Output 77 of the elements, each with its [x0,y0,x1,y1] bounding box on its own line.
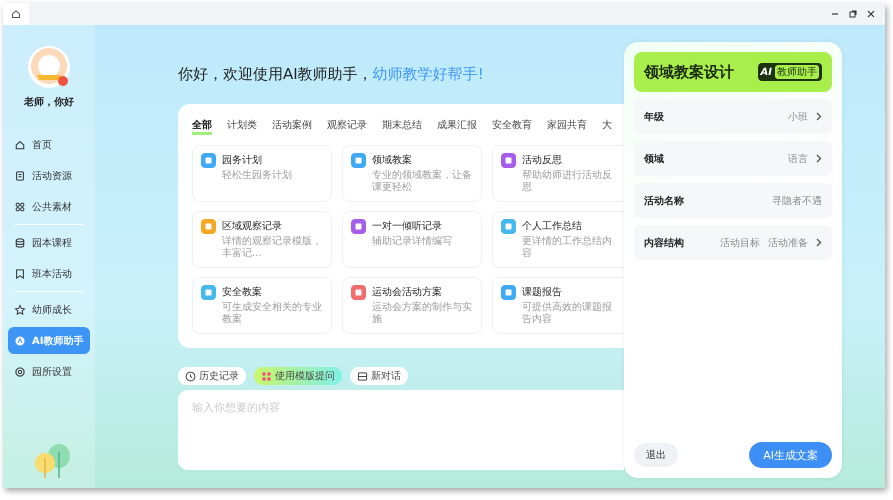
row-value: 活动准备 [768,236,808,250]
card-description: 帮助幼师进行活动反思 [522,170,613,194]
ai-icon [14,334,26,346]
card-title: 课题报告 [522,286,563,299]
card-description: 详情的观察记录模版，丰富记... [222,236,323,260]
restore-icon[interactable] [849,10,857,18]
card-description: 可生成安全相关的专业教案 [222,302,323,326]
home-tab[interactable] [3,3,29,25]
card-title: 活动反思 [522,154,563,167]
card-title: 区域观察记录 [222,220,283,233]
category-tab[interactable]: 大 [602,116,612,135]
gear-icon [14,366,26,378]
row-value: 寻隐者不遇 [772,194,822,208]
clock-icon [185,370,196,382]
card-title: 领域教案 [372,154,413,167]
form-row[interactable]: 内容结构 活动目标 活动准备 [634,225,832,260]
sidebar-item[interactable]: 园本课程 [8,229,90,256]
greeting-text: 老师，你好 [24,96,74,109]
grid-icon [14,200,26,212]
card-title: 园务计划 [222,154,263,167]
category-tab[interactable]: 活动案例 [272,116,312,135]
assistant-badge: AI 教师助手 [758,63,822,81]
row-value: 语言 [788,152,808,166]
chat-icon [357,370,368,382]
row-value: 小班 [788,110,808,124]
card-description: 更详情的工作总结内容 [522,236,613,260]
card-description: 轻松生园务计划 [222,170,292,182]
card-title: 运动会活动方案 [372,286,443,299]
sidebar-item[interactable]: 活动资源 [8,162,90,189]
stack-icon [14,236,26,248]
row-label: 内容结构 [644,236,684,250]
close-icon[interactable] [867,10,875,18]
category-tab[interactable]: 全部 [192,116,212,135]
doc-icon [14,170,26,182]
welcome-heading: 你好，欢迎使用AI教师助手，幼师教学好帮手! [178,65,484,84]
row-value: 活动目标 [720,236,760,250]
template-card[interactable]: 运动会活动方案 运动会方案的制作与实施 [342,277,482,334]
row-label: 活动名称 [644,194,684,208]
card-description: 运动会方案的制作与实施 [372,302,473,326]
sidebar-item[interactable]: 班本活动 [8,260,90,287]
sidebar-item[interactable]: 首页 [8,131,90,158]
category-tab[interactable]: 安全教育 [492,116,532,135]
form-row[interactable]: 活动名称 寻隐者不遇 [634,183,832,218]
sidebar-item[interactable]: 幼师成长 [8,296,90,323]
row-label: 年级 [644,110,664,124]
form-row[interactable]: 领域 语言 [634,141,832,176]
star-icon [14,304,26,316]
bookmark-icon [14,268,26,280]
template-card[interactable]: 一对一倾听记录 辅助记录详情编写 [342,211,482,268]
category-tab[interactable]: 成果汇报 [437,116,477,135]
avatar-icon[interactable] [27,45,71,89]
category-tab[interactable]: 计划类 [227,116,257,135]
panel-title: 领域教案设计 [644,62,734,82]
card-description: 可提供高效的课题报告内容 [522,302,613,326]
card-description: 专业的领域教案，让备课更轻松 [372,170,473,194]
sidebar-item[interactable]: 公共素材 [8,193,90,220]
template-card[interactable]: 领域教案 专业的领域教案，让备课更轻松 [342,145,482,202]
sidebar-item[interactable]: 园所设置 [8,358,90,385]
card-title: 一对一倾听记录 [372,220,443,233]
template-card[interactable]: 安全教案 可生成安全相关的专业教案 [192,277,332,334]
row-label: 领域 [644,152,664,166]
action-chip[interactable]: 历史记录 [178,367,246,385]
template-card[interactable]: 园务计划 轻松生园务计划 [192,145,332,202]
home-icon [11,9,21,19]
category-tab[interactable]: 期末总结 [382,116,422,135]
category-tab[interactable]: 观察记录 [327,116,367,135]
grid-icon [261,370,272,382]
home-icon [14,138,26,150]
card-title: 安全教案 [222,286,263,299]
action-chip[interactable]: 新对话 [350,367,408,385]
card-description: 辅助记录详情编写 [372,236,452,248]
exit-button[interactable]: 退出 [634,443,678,467]
card-title: 个人工作总结 [522,220,583,233]
action-chip[interactable]: 使用模版提问 [254,367,342,385]
template-card[interactable]: 区域观察记录 详情的观察记录模版，丰富记... [192,211,332,268]
category-tab[interactable]: 家园共育 [547,116,587,135]
form-row[interactable]: 年级 小班 [634,99,832,134]
